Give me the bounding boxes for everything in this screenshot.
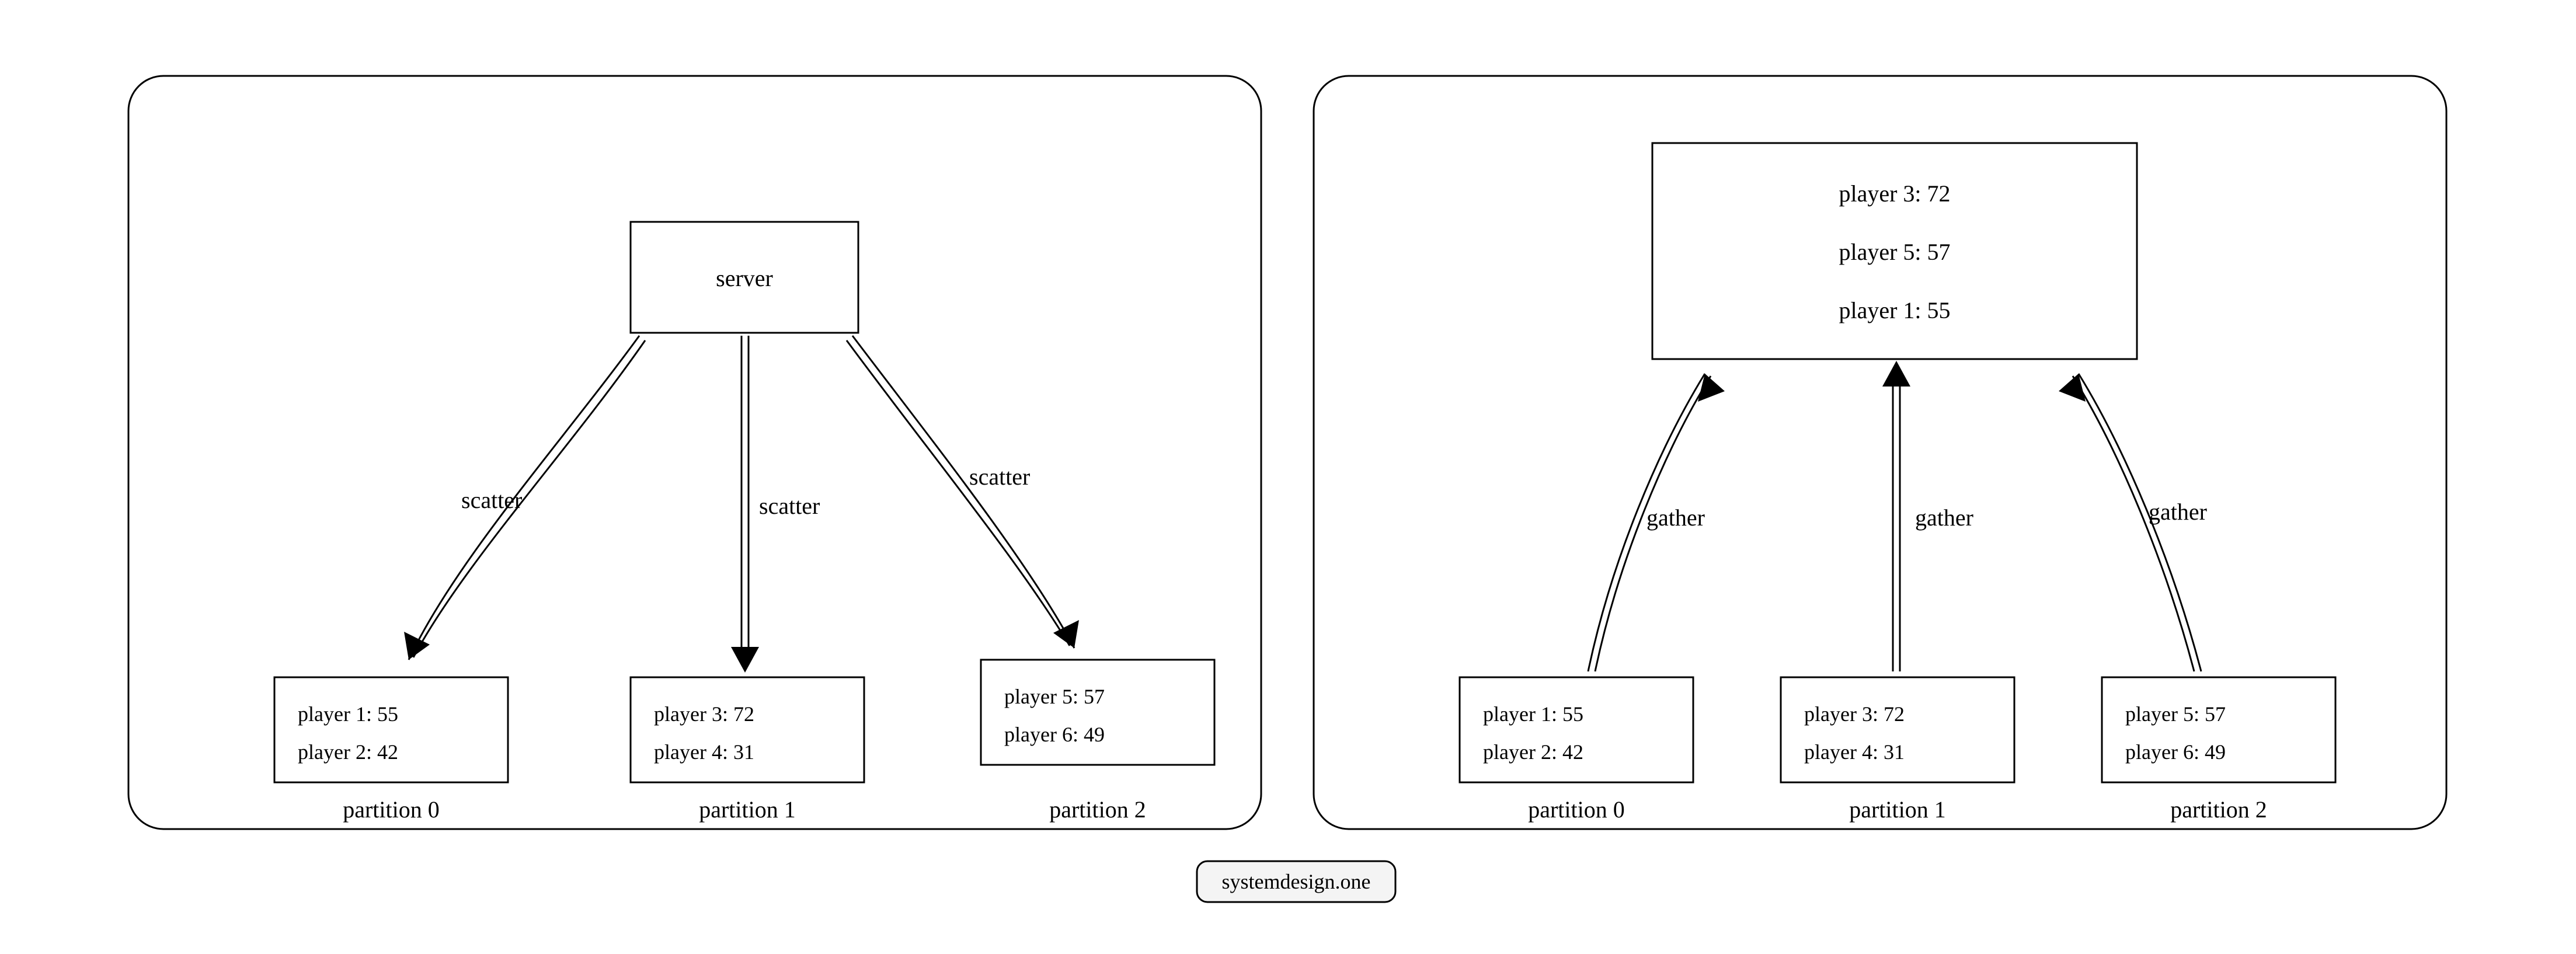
right-partition-2: player 5: 57 player 6: 49 partition 2	[2102, 677, 2335, 823]
scatter-arrow-0: scatter	[404, 336, 645, 660]
gather-label-2: gather	[2149, 499, 2207, 525]
left-partition-2: player 5: 57 player 6: 49 partition 2	[981, 660, 1214, 823]
r-partition-2-line-0: player 5: 57	[2125, 702, 2226, 726]
partition-2-line-1: player 6: 49	[1004, 723, 1105, 746]
r-partition-2-line-1: player 6: 49	[2125, 740, 2226, 764]
right-partition-1: player 3: 72 player 4: 31 partition 1	[1781, 677, 2014, 823]
partition-1-line-0: player 3: 72	[654, 702, 754, 726]
scatter-label-2: scatter	[969, 464, 1030, 490]
partition-0-line-1: player 2: 42	[298, 740, 398, 764]
left-panel: server scatter scatter scatter player 1	[128, 76, 1261, 829]
left-partition-1: player 3: 72 player 4: 31 partition 1	[631, 677, 864, 823]
site-badge: systemdesign.one	[1197, 861, 1395, 902]
r-partition-0-line-0: player 1: 55	[1483, 702, 1583, 726]
result-box: player 3: 72 player 5: 57 player 1: 55	[1652, 143, 2137, 359]
scatter-arrow-2: scatter	[847, 336, 1079, 648]
server-box: server	[631, 222, 858, 333]
partition-1-caption: partition 1	[699, 796, 796, 823]
site-badge-text: systemdesign.one	[1222, 870, 1371, 893]
r-partition-1-line-0: player 3: 72	[1804, 702, 1905, 726]
gather-arrow-2: gather	[2059, 374, 2207, 671]
server-label: server	[716, 265, 773, 291]
right-panel: player 3: 72 player 5: 57 player 1: 55 g…	[1314, 76, 2446, 829]
right-partition-0: player 1: 55 player 2: 42 partition 0	[1460, 677, 1693, 823]
scatter-arrow-1: scatter	[731, 336, 820, 673]
r-partition-0-line-1: player 2: 42	[1483, 740, 1583, 764]
partition-2-caption: partition 2	[1049, 796, 1146, 823]
r-partition-1-caption: partition 1	[1849, 796, 1946, 823]
result-line-1: player 5: 57	[1839, 239, 1950, 265]
left-partition-0: player 1: 55 player 2: 42 partition 0	[274, 677, 508, 823]
r-partition-2-caption: partition 2	[2170, 796, 2267, 823]
scatter-label-0: scatter	[461, 487, 522, 513]
gather-label-1: gather	[1915, 504, 1973, 531]
partition-2-line-0: player 5: 57	[1004, 685, 1105, 708]
partition-0-line-0: player 1: 55	[298, 702, 398, 726]
r-partition-0-caption: partition 0	[1528, 796, 1625, 823]
result-line-0: player 3: 72	[1839, 180, 1950, 207]
gather-arrow-0: gather	[1588, 374, 1725, 671]
gather-label-0: gather	[1646, 504, 1705, 531]
partition-0-caption: partition 0	[343, 796, 440, 823]
scatter-label-1: scatter	[759, 493, 820, 519]
r-partition-1-line-1: player 4: 31	[1804, 740, 1905, 764]
gather-arrow-1: gather	[1882, 361, 1973, 671]
result-line-2: player 1: 55	[1839, 297, 1950, 323]
partition-1-line-1: player 4: 31	[654, 740, 754, 764]
